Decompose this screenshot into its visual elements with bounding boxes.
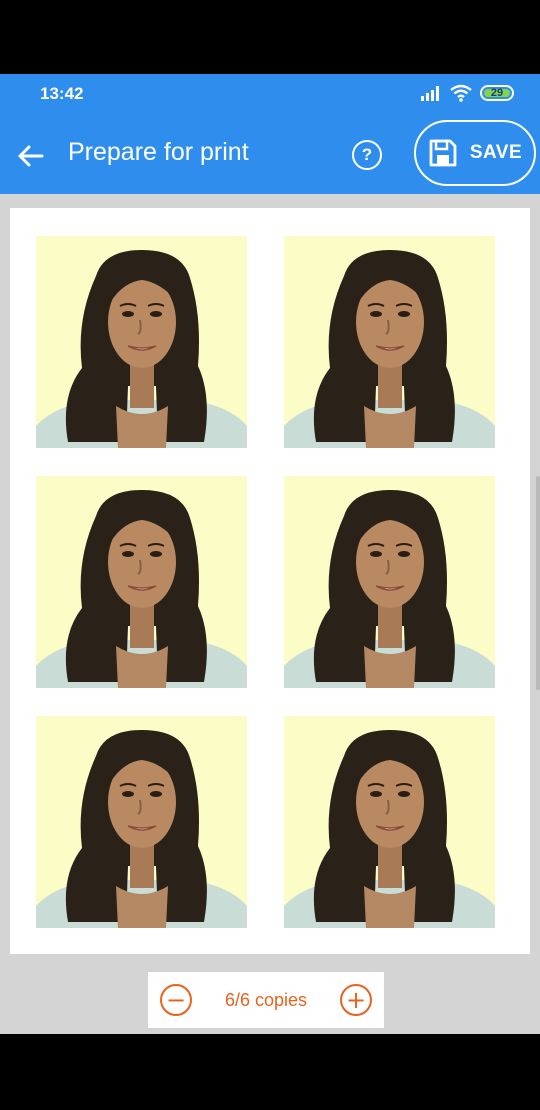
passport-photo: [36, 716, 247, 928]
app-bar: 13:42 29 Prepare for print ? SAVE: [0, 74, 540, 194]
passport-photo: [284, 716, 495, 928]
signal-icon: [421, 86, 439, 101]
status-time: 13:42: [40, 84, 84, 103]
passport-photo: [284, 476, 495, 688]
save-button[interactable]: SAVE: [414, 120, 536, 186]
print-preview-area: − 6/6 copies +: [0, 194, 540, 1034]
question-circle-icon: ?: [361, 145, 373, 164]
passport-photo: [36, 476, 247, 688]
portrait-image: [36, 236, 247, 448]
print-sheet: [10, 208, 530, 954]
battery-level: 29: [490, 87, 504, 99]
passport-photo: [284, 236, 495, 448]
portrait-image: [36, 716, 247, 928]
minus-circle-icon: −: [165, 986, 187, 1014]
arrow-left-icon: [18, 145, 44, 167]
portrait-image: [36, 476, 247, 688]
wifi-icon: [450, 84, 472, 102]
battery-icon: 29: [480, 85, 514, 101]
plus-circle-icon: +: [345, 986, 367, 1014]
help-button[interactable]: ?: [352, 140, 382, 170]
portrait-image: [284, 476, 495, 688]
bottom-black-bar: [0, 1034, 540, 1110]
copies-counter: − 6/6 copies +: [148, 972, 384, 1028]
passport-photo: [36, 236, 247, 448]
save-label: SAVE: [469, 142, 523, 163]
copies-count: 6/6 copies: [224, 989, 308, 1010]
portrait-image: [284, 236, 495, 448]
decrease-copies-button[interactable]: −: [160, 984, 192, 1016]
scrollbar[interactable]: [536, 476, 540, 690]
top-black-bar: [0, 0, 540, 74]
page-title: Prepare for print: [68, 138, 249, 166]
back-button[interactable]: [10, 136, 50, 176]
portrait-image: [284, 716, 495, 928]
floppy-disk-icon: [429, 139, 457, 167]
increase-copies-button[interactable]: +: [340, 984, 372, 1016]
status-icons: 29: [420, 82, 514, 104]
